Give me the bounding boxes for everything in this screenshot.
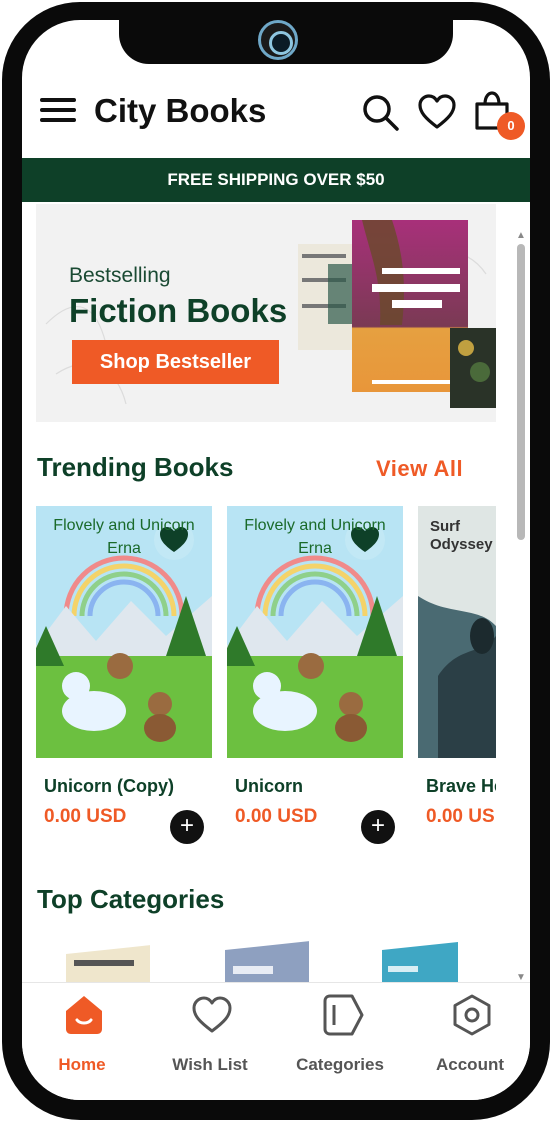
book-cover-image[interactable] (298, 244, 358, 350)
scrollbar-thumb[interactable] (517, 244, 525, 540)
product-price: 0.00 USD (44, 806, 127, 827)
camera-icon (258, 20, 298, 60)
product-card[interactable]: Surf Odyssey Brave He 0.00 US (418, 506, 496, 846)
home-icon[interactable] (62, 993, 106, 1037)
search-icon[interactable] (360, 92, 400, 132)
hero-title: Fiction Books (69, 292, 288, 329)
app-title: City Books (94, 92, 267, 129)
product-cover-title: Surf Odyssey (430, 518, 493, 553)
free-shipping-banner: FREE SHIPPING OVER $50 (22, 158, 530, 202)
product-card[interactable]: Flovely and Unicorn Erna Unicorn 0.00 US… (227, 506, 403, 846)
product-price: 0.00 USD (235, 806, 318, 827)
wishlist-heart-icon[interactable] (417, 92, 457, 132)
product-name[interactable]: Brave He (426, 776, 496, 797)
product-name[interactable]: Unicorn (235, 776, 303, 797)
product-card[interactable]: Flovely and Unicorn Erna Unicorn (Copy) … (36, 506, 212, 846)
nav-label: Home (58, 1055, 106, 1074)
tag-icon[interactable] (320, 993, 364, 1037)
nav-label: Account (436, 1055, 504, 1074)
shop-bestseller-button[interactable]: Shop Bestseller (72, 340, 279, 384)
book-cover-image[interactable] (450, 328, 496, 408)
top-categories-heading: Top Categories (37, 884, 225, 914)
trending-books-heading: Trending Books (37, 452, 234, 482)
hexagon-icon[interactable] (450, 993, 494, 1037)
nav-label: Wish List (172, 1055, 248, 1074)
heart-icon[interactable] (190, 993, 234, 1037)
view-all-link[interactable]: View All (376, 456, 463, 482)
menu-icon[interactable] (40, 98, 76, 126)
product-cover-image[interactable]: Flovely and Unicorn Erna (36, 506, 212, 758)
add-to-cart-button[interactable]: + (170, 810, 204, 844)
app-header: City Books 0 (22, 82, 530, 142)
product-cover-title: Flovely and Unicorn Erna (244, 517, 386, 557)
product-cover-image[interactable]: Surf Odyssey (418, 506, 496, 758)
product-cover-title: Flovely and Unicorn Erna (53, 517, 195, 557)
phone-frame: City Books 0 FREE SHIPPING OVER $50 Best… (2, 2, 550, 1120)
app-screen: City Books 0 FREE SHIPPING OVER $50 Best… (22, 20, 530, 1100)
product-price: 0.00 US (426, 806, 495, 827)
hero-subtitle: Bestselling (69, 264, 171, 287)
product-cover-image[interactable]: Flovely and Unicorn Erna (227, 506, 403, 758)
add-to-cart-button[interactable]: + (361, 810, 395, 844)
cart-count-badge: 0 (497, 112, 525, 140)
product-name[interactable]: Unicorn (Copy) (44, 776, 174, 797)
scrollbar[interactable]: ▲ ▼ (514, 230, 528, 983)
nav-label: Categories (296, 1055, 384, 1074)
bottom-navigation: Home Wish List Categories Account (22, 982, 530, 1100)
scroll-up-arrow-icon[interactable]: ▲ (516, 230, 526, 241)
hero-banner: Bestselling Fiction Books Shop Bestselle… (36, 204, 496, 422)
